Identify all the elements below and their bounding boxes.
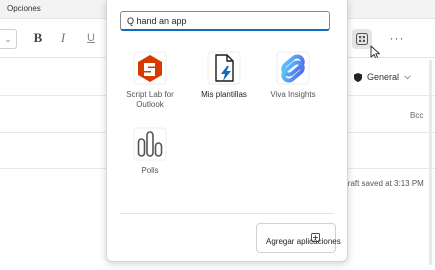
app-label-viva-insights: Viva Insights [270,90,316,99]
viva-insights-icon [276,51,310,85]
app-tile-my-templates[interactable]: Mis plantillas [189,51,259,100]
add-apps-label: Agregar aplicaciones [266,237,341,246]
font-size-dropdown[interactable]: ⌄ [0,29,17,49]
flyout-divider [120,213,334,214]
app-tile-polls[interactable]: Polls [115,127,185,176]
apps-grid-icon [356,33,368,45]
my-templates-icon [207,51,241,85]
script-lab-icon [133,51,167,85]
app-tile-script-lab[interactable]: Script Lab for Outlook [115,51,185,110]
add-apps-button[interactable]: Agregar aplicaciones [256,223,341,253]
app-label-my-templates: Mis plantillas [201,90,247,99]
draft-status: Draft saved at 3:13 PM [342,179,424,188]
polls-icon [133,127,167,161]
apps-button[interactable] [352,29,372,49]
underline-button[interactable]: U [82,29,100,47]
chevron-down-icon [404,74,411,79]
more-options-button[interactable]: ··· [388,29,406,47]
app-tile-viva-insights[interactable]: Viva Insights [258,51,328,100]
sensitivity-label: General [367,72,400,82]
bcc-link[interactable]: Bcc [410,111,423,120]
italic-button[interactable]: I [54,29,72,47]
scrollbar[interactable] [429,60,432,265]
app-label-polls: Polls [141,166,159,175]
apps-flyout: Q hand an app Script Lab for Outlook Mis… [106,0,348,262]
bold-button[interactable]: B [29,29,47,47]
tab-options[interactable]: Opciones [7,4,41,13]
search-apps-input[interactable]: Q hand an app [120,11,330,31]
app-label-script-lab: Script Lab for Outlook [126,90,174,109]
shield-icon [354,72,362,82]
add-apps-icon [311,233,320,242]
sensitivity-selector[interactable]: General [354,72,411,82]
